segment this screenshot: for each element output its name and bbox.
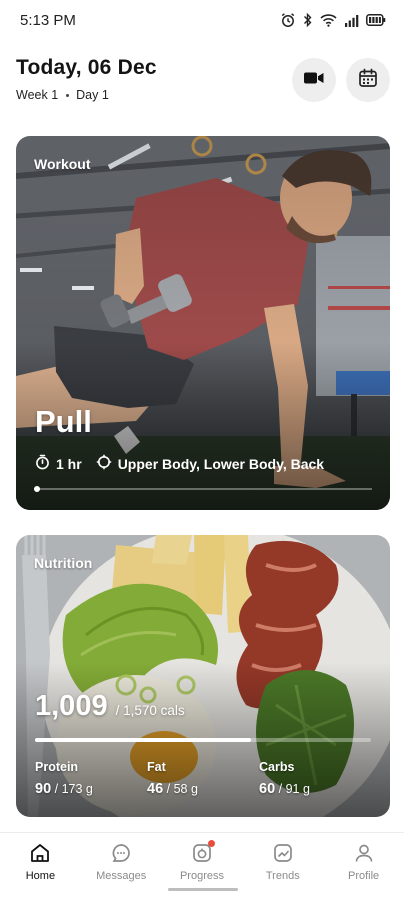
messages-icon bbox=[109, 841, 133, 865]
target-icon bbox=[96, 454, 112, 473]
signal-icon bbox=[344, 14, 359, 27]
status-icons bbox=[280, 12, 386, 28]
stopwatch-icon bbox=[35, 454, 50, 473]
calendar-button[interactable] bbox=[346, 58, 390, 102]
alarm-icon bbox=[280, 12, 296, 28]
duration-text: 1 hr bbox=[56, 455, 82, 472]
calories-progress-bar bbox=[35, 738, 371, 742]
macro-total: / 173 g bbox=[54, 782, 93, 796]
calories-goal: / 1,570 cals bbox=[115, 703, 185, 718]
macro-fat: Fat 46 / 58 g bbox=[147, 760, 259, 800]
macro-amount: 90 bbox=[35, 781, 52, 797]
header: Today, 06 Dec Week 1 Day 1 bbox=[16, 52, 390, 112]
macro-carbs: Carbs 60 / 91 g bbox=[259, 760, 371, 800]
macro-total: / 58 g bbox=[166, 782, 198, 796]
day-label: Day 1 bbox=[76, 88, 109, 102]
macro-amount: 60 bbox=[259, 781, 276, 797]
separator-dot bbox=[66, 93, 70, 97]
wifi-icon bbox=[320, 13, 337, 27]
status-time: 5:13 PM bbox=[20, 11, 76, 29]
macro-label: Protein bbox=[35, 760, 79, 774]
nutrition-card[interactable]: Nutrition 1,009 / 1,570 cals Protein 90 … bbox=[16, 535, 390, 817]
trends-icon bbox=[271, 841, 295, 865]
macros-row: Protein 90 / 173 g Fat 46 / 58 g Carbs 6… bbox=[35, 760, 371, 800]
nav-label: Home bbox=[25, 870, 56, 882]
nav-home[interactable]: Home bbox=[0, 833, 81, 900]
macro-label: Carbs bbox=[259, 760, 295, 774]
workout-name: Pull bbox=[35, 404, 92, 439]
calories-row: 1,009 / 1,570 cals bbox=[35, 690, 185, 723]
nav-label: Trends bbox=[265, 870, 300, 882]
workout-card-label: Workout bbox=[34, 156, 91, 172]
macro-total: / 91 g bbox=[278, 782, 310, 796]
nav-messages[interactable]: Messages bbox=[81, 833, 162, 900]
macro-value: 60 / 91 g bbox=[259, 781, 371, 797]
nav-label: Progress bbox=[179, 870, 224, 882]
calories-consumed: 1,009 bbox=[35, 690, 108, 722]
calendar-icon bbox=[358, 68, 378, 93]
macro-value: 90 / 173 g bbox=[35, 781, 147, 797]
calories-progress-fill bbox=[35, 738, 252, 742]
video-button[interactable] bbox=[292, 58, 336, 102]
progress-icon bbox=[190, 840, 215, 865]
bluetooth-icon bbox=[303, 12, 313, 28]
week-day-subtitle: Week 1 Day 1 bbox=[16, 88, 109, 102]
carousel-dot bbox=[34, 486, 40, 492]
home-icon bbox=[28, 841, 52, 865]
workout-duration: 1 hr bbox=[35, 454, 82, 473]
notification-dot bbox=[207, 840, 215, 847]
nav-label: Profile bbox=[347, 870, 380, 882]
video-icon bbox=[303, 70, 325, 91]
status-bar: 5:13 PM bbox=[0, 0, 404, 40]
muscles-text: Upper Body, Lower Body, Back bbox=[117, 455, 325, 472]
macro-value: 46 / 58 g bbox=[147, 781, 259, 797]
nutrition-card-label: Nutrition bbox=[34, 555, 93, 571]
nav-trends[interactable]: Trends bbox=[242, 833, 323, 900]
home-indicator bbox=[168, 888, 238, 891]
nav-label: Messages bbox=[96, 870, 147, 882]
page-title: Today, 06 Dec bbox=[16, 56, 157, 79]
macro-label: Fat bbox=[147, 760, 166, 774]
macro-amount: 46 bbox=[147, 781, 164, 797]
workout-card[interactable]: Workout Pull 1 hr Upper Body, Lower Body… bbox=[16, 136, 390, 510]
workout-meta: 1 hr Upper Body, Lower Body, Back bbox=[35, 454, 324, 473]
workout-muscles: Upper Body, Lower Body, Back bbox=[96, 454, 324, 473]
macro-protein: Protein 90 / 173 g bbox=[35, 760, 147, 800]
nav-profile[interactable]: Profile bbox=[323, 833, 404, 900]
battery-icon bbox=[366, 14, 386, 26]
week-label: Week 1 bbox=[16, 88, 59, 102]
carousel-indicator bbox=[34, 486, 372, 492]
profile-icon bbox=[352, 841, 376, 865]
